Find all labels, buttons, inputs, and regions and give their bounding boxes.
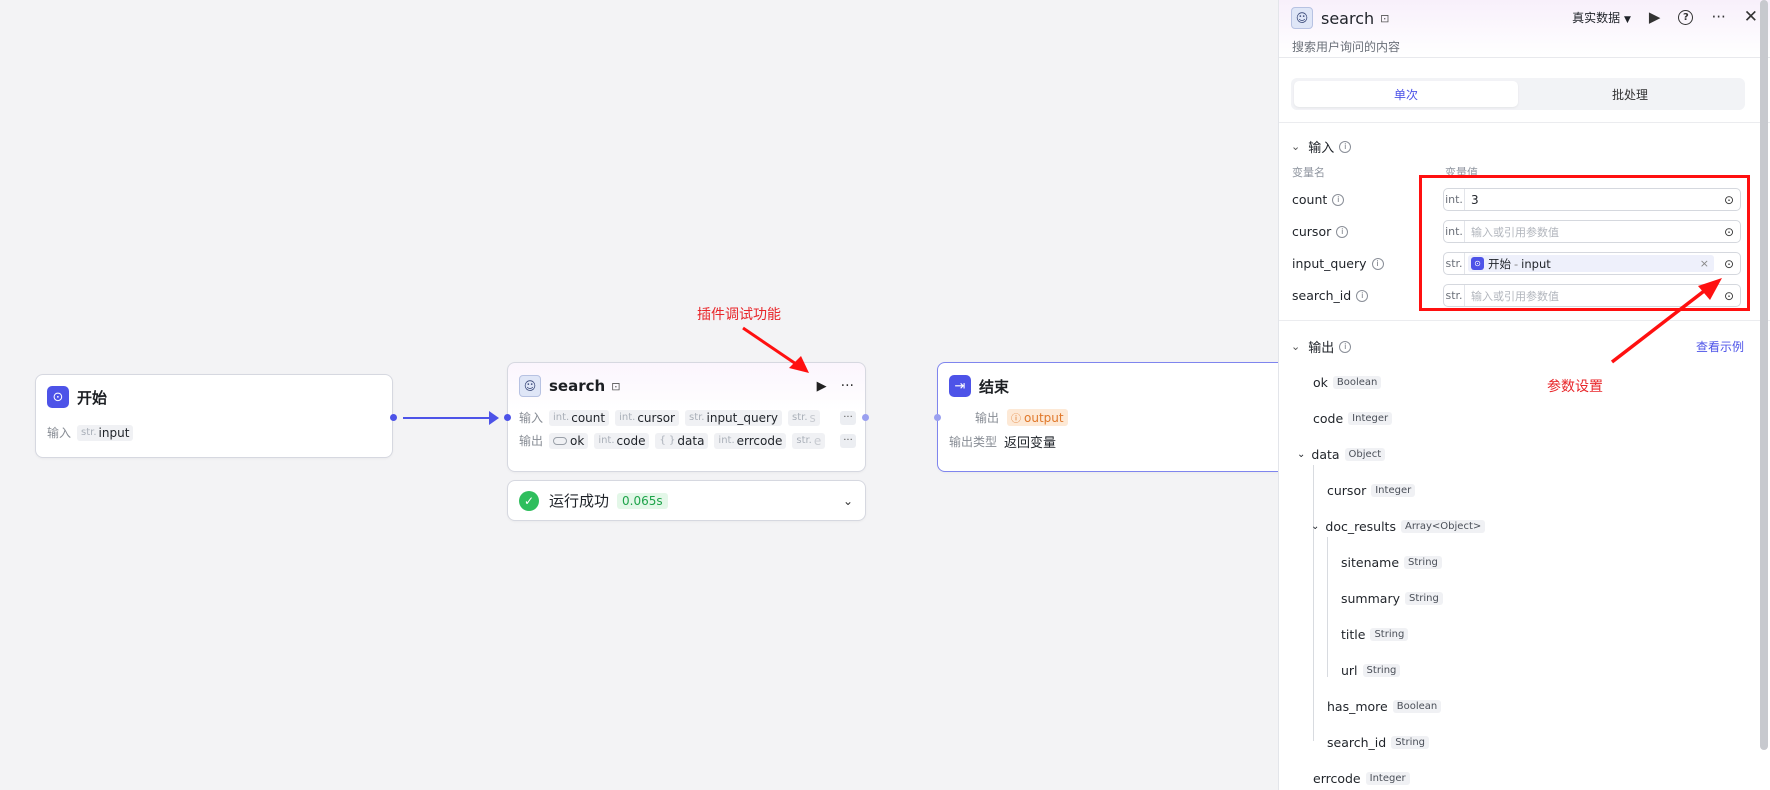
- start-node[interactable]: ⊙ 开始 输入 str. input: [35, 374, 393, 458]
- output-has-more: has_more Boolean: [1327, 699, 1442, 714]
- info-icon: i: [1371, 257, 1384, 270]
- chevron-down-icon: ⌄: [1311, 521, 1320, 532]
- output-ok: ok Boolean: [1313, 375, 1382, 390]
- info-icon: i: [1336, 225, 1349, 238]
- help-icon[interactable]: ?: [1678, 9, 1694, 25]
- search-node-title: search: [549, 377, 606, 395]
- output-url: url String: [1341, 663, 1401, 678]
- panel-title: search: [1321, 8, 1375, 28]
- start-node-title: 开始: [77, 388, 108, 407]
- tab-single[interactable]: 单次: [1294, 81, 1518, 107]
- end-node-title: 结束: [979, 377, 1010, 396]
- end-output-tag: ⓘ output: [1007, 409, 1068, 426]
- run-icon[interactable]: ▶: [1649, 8, 1661, 26]
- more-icon[interactable]: ···: [1711, 8, 1725, 26]
- start-input-label: 输入: [47, 426, 72, 440]
- annotation-arrow-debug: [742, 326, 809, 373]
- search-input-query: str. input_query: [684, 409, 783, 426]
- start-icon: ⊙: [47, 386, 69, 408]
- output-summary: summary String: [1341, 591, 1443, 606]
- panel-robot-icon: ☺: [1291, 7, 1313, 29]
- search-input-port[interactable]: [504, 414, 511, 421]
- search-output-data: { } data: [655, 432, 709, 449]
- chevron-down-icon: ⌄: [1291, 140, 1301, 153]
- search-inputs-more-button[interactable]: ···: [840, 410, 856, 425]
- search-output-truncated: str. e: [792, 432, 826, 449]
- divider: [1279, 122, 1770, 123]
- run-result-bar[interactable]: ✓ 运行成功 0.065s ⌄: [507, 480, 866, 521]
- output-code: code Integer: [1313, 411, 1393, 426]
- panel-header: ☺ search ⊡ 搜索用户询问的内容 真实数据 ▼ ▶ ? ··· ✕: [1279, 0, 1770, 58]
- info-icon: i: [1356, 289, 1369, 302]
- success-check-icon: ✓: [519, 490, 539, 511]
- panel-scrollbar[interactable]: [1760, 0, 1768, 750]
- start-output-port[interactable]: [390, 414, 397, 421]
- plugin-badge-icon: ⊡: [611, 379, 621, 393]
- input-section-header[interactable]: ⌄ 输入 i: [1291, 137, 1352, 156]
- edge-start-search: [403, 417, 495, 419]
- annotation-arrow-params: [1610, 278, 1722, 364]
- chevron-down-icon: ⌄: [1297, 449, 1306, 460]
- tree-line: [1313, 465, 1314, 741]
- warning-icon: ⓘ: [1011, 414, 1022, 425]
- panel-plugin-badge-icon: ⊡: [1380, 11, 1390, 25]
- search-output-errcode: int. errcode: [714, 432, 787, 449]
- annotation-plugin-debug: 插件调试功能: [697, 307, 781, 323]
- search-output-label: 输出: [519, 434, 544, 448]
- run-time-badge: 0.065s: [617, 492, 668, 509]
- output-cursor: cursor Integer: [1327, 483, 1416, 498]
- edge-arrow-icon: [489, 411, 499, 425]
- end-output-label: 输出: [975, 411, 1000, 425]
- caret-down-icon: ▼: [1623, 14, 1631, 25]
- col-name-header: 变量名: [1292, 166, 1325, 179]
- search-input-count: int. count: [549, 409, 610, 426]
- output-search-id: search_id String: [1327, 735, 1430, 750]
- output-section-header[interactable]: ⌄ 输出 i: [1291, 337, 1352, 356]
- chevron-down-icon[interactable]: ⌄: [843, 494, 853, 508]
- search-input-label: 输入: [519, 411, 544, 425]
- tab-batch[interactable]: 批处理: [1518, 81, 1742, 107]
- debug-run-button[interactable]: ▶: [817, 379, 827, 394]
- param-search-id-label: search_id i: [1292, 288, 1369, 303]
- tree-line: [1327, 537, 1328, 677]
- search-input-cursor: int. cursor: [615, 409, 679, 426]
- panel-description: 搜索用户询问的内容: [1292, 40, 1401, 54]
- param-input-query-label: input_query i: [1292, 256, 1384, 271]
- search-outputs-more-button[interactable]: ···: [840, 433, 856, 448]
- search-node-more-button[interactable]: ···: [841, 378, 854, 394]
- output-doc-results[interactable]: ⌄ doc_results Array<Object>: [1311, 519, 1486, 534]
- search-output-port[interactable]: [862, 414, 869, 421]
- mode-tabs: 单次 批处理: [1291, 78, 1745, 110]
- search-input-truncated: str. s: [788, 409, 820, 426]
- param-cursor-label: cursor i: [1292, 224, 1349, 239]
- info-icon: i: [1332, 193, 1345, 206]
- search-output-ok: ok: [549, 432, 589, 449]
- toggle-icon: [553, 436, 568, 445]
- info-icon: i: [1339, 340, 1352, 353]
- output-sitename: sitename String: [1341, 555, 1442, 570]
- output-errcode: errcode Integer: [1313, 771, 1410, 786]
- end-output-type-value: 返回变量: [1004, 436, 1057, 451]
- end-output-type-label: 输出类型: [949, 435, 998, 449]
- plugin-robot-icon: ☺: [519, 375, 541, 397]
- end-input-port[interactable]: [934, 414, 941, 421]
- data-mode-select[interactable]: 真实数据 ▼: [1572, 9, 1631, 26]
- info-icon: i: [1339, 140, 1352, 153]
- annotation-param-settings: 参数设置: [1547, 379, 1603, 395]
- output-title: title String: [1341, 627, 1409, 642]
- debug-panel: ☺ search ⊡ 搜索用户询问的内容 真实数据 ▼ ▶ ? ··· ✕ 单次…: [1278, 0, 1770, 790]
- run-status-text: 运行成功: [549, 492, 610, 510]
- param-count-label: count i: [1292, 192, 1345, 207]
- search-output-code: int. code: [594, 432, 650, 449]
- end-node[interactable]: ⇥ 结束 输出 ⓘ output 输出类型 返回变量: [937, 362, 1297, 472]
- end-icon: ⇥: [949, 375, 971, 397]
- start-input-tag: str. input: [77, 424, 134, 441]
- close-icon[interactable]: ✕: [1744, 7, 1758, 27]
- output-data[interactable]: ⌄ data Object: [1297, 447, 1386, 462]
- chevron-down-icon: ⌄: [1291, 340, 1301, 353]
